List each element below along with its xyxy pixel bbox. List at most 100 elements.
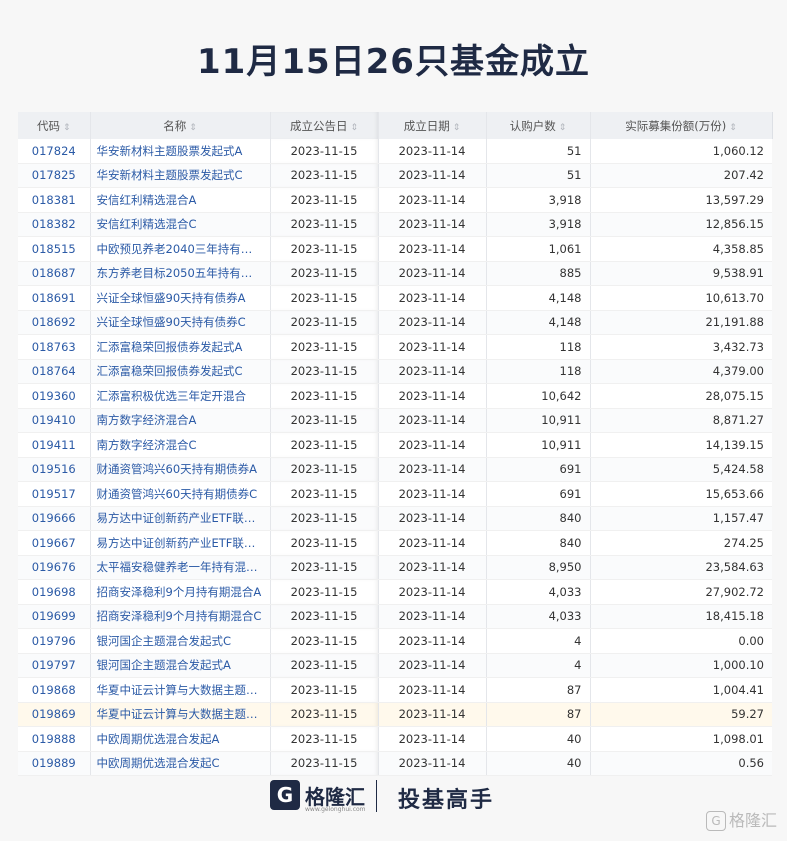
table-row[interactable]: 018515 中欧预见养老2040三年持有混合... 2023-11-15 2023-… <box>18 236 772 262</box>
fund-name-cell[interactable]: 招商安泽稳利9个月持有期混合A <box>90 579 271 605</box>
table-row[interactable]: 019868 华夏中证云计算与大数据主题ET... 2023-11-15 2023-1… <box>18 677 772 703</box>
table-row[interactable]: 019517 财通资管鸿兴60天持有期债券C 2023-11-15 2023-11-1… <box>18 481 772 507</box>
fund-code-cell[interactable]: 019889 <box>18 751 91 776</box>
sort-icon[interactable]: ⇕ <box>559 123 567 133</box>
fund-code-cell[interactable]: 019676 <box>18 555 91 580</box>
table-row[interactable]: 017824 华安新材料主题股票发起式A 2023-11-15 2023-11-14 5… <box>18 139 772 164</box>
subscribers-cell: 51 <box>486 163 591 188</box>
fund-name-cell[interactable]: 华安新材料主题股票发起式A <box>90 139 271 164</box>
fund-name-cell[interactable]: 南方数字经济混合A <box>90 408 271 433</box>
column-header-establish-date[interactable]: 成立日期 ⇕ <box>378 112 487 139</box>
sort-icon[interactable]: ⇕ <box>350 123 358 133</box>
announce-date-cell: 2023-11-15 <box>270 653 379 678</box>
fund-code-cell[interactable]: 019868 <box>18 677 91 703</box>
fund-code-cell[interactable]: 019699 <box>18 604 91 629</box>
fund-name-cell[interactable]: 太平福安稳健养老一年持有混合(... <box>90 555 271 580</box>
fund-name-cell[interactable]: 华夏中证云计算与大数据主题ET... <box>90 702 271 727</box>
fund-name-cell[interactable]: 财通资管鸿兴60天持有期债券A <box>90 457 271 482</box>
column-header-announce-date[interactable]: 成立公告日 ⇕ <box>270 112 379 139</box>
table-row[interactable]: 018687 东方养老目标2050五年持有混合... 2023-11-15 2023-… <box>18 261 772 286</box>
fund-name-cell[interactable]: 华安新材料主题股票发起式C <box>90 163 271 188</box>
fund-code-cell[interactable]: 019360 <box>18 383 91 409</box>
fund-code-cell[interactable]: 018764 <box>18 359 91 384</box>
fund-name-cell[interactable]: 易方达中证创新药产业ETF联接... <box>90 506 271 531</box>
table-row[interactable]: 018381 安信红利精选混合A 2023-11-15 2023-11-14 3,918… <box>18 187 772 213</box>
fund-code-cell[interactable]: 018515 <box>18 236 91 262</box>
table-row[interactable]: 018382 安信红利精选混合C 2023-11-15 2023-11-14 3,918… <box>18 212 772 237</box>
fund-name-cell[interactable]: 中欧预见养老2040三年持有混合... <box>90 236 271 262</box>
amount-cell: 0.00 <box>590 628 772 654</box>
sort-icon[interactable]: ⇕ <box>729 123 737 133</box>
fund-name-cell[interactable]: 兴证全球恒盛90天持有债券C <box>90 310 271 335</box>
table-row[interactable]: 019698 招商安泽稳利9个月持有期混合A 2023-11-15 2023-11-1… <box>18 579 772 605</box>
table-row[interactable]: 019796 银河国企主题混合发起式C 2023-11-15 2023-11-14 4 0… <box>18 628 772 654</box>
fund-code-cell[interactable]: 019666 <box>18 506 91 531</box>
fund-name-cell[interactable]: 南方数字经济混合C <box>90 432 271 458</box>
table-row[interactable]: 019888 中欧周期优选混合发起A 2023-11-15 2023-11-14 40 1… <box>18 726 772 752</box>
fund-code-cell[interactable]: 018763 <box>18 334 91 360</box>
fund-code-cell[interactable]: 019410 <box>18 408 91 433</box>
table-row[interactable]: 019410 南方数字经济混合A 2023-11-15 2023-11-14 10,91… <box>18 408 772 433</box>
fund-name-cell[interactable]: 中欧周期优选混合发起C <box>90 751 271 776</box>
column-header-amount[interactable]: 实际募集份额(万份) ⇕ <box>590 112 773 139</box>
fund-name-cell[interactable]: 安信红利精选混合C <box>90 212 271 237</box>
fund-name-cell[interactable]: 招商安泽稳利9个月持有期混合C <box>90 604 271 629</box>
table-row[interactable]: 019411 南方数字经济混合C 2023-11-15 2023-11-14 10,91… <box>18 432 772 458</box>
fund-name-cell[interactable]: 银河国企主题混合发起式A <box>90 653 271 678</box>
table-row[interactable]: 018763 汇添富稳荣回报债券发起式A 2023-11-15 2023-11-14 1… <box>18 334 772 360</box>
fund-name-cell[interactable]: 东方养老目标2050五年持有混合... <box>90 261 271 286</box>
sort-icon[interactable]: ⇕ <box>189 123 197 133</box>
table-row[interactable]: 017825 华安新材料主题股票发起式C 2023-11-15 2023-11-14 5… <box>18 163 772 188</box>
fund-code-cell[interactable]: 019797 <box>18 653 91 678</box>
fund-name-cell[interactable]: 华夏中证云计算与大数据主题ET... <box>90 677 271 703</box>
fund-code-cell[interactable]: 019667 <box>18 530 91 556</box>
table-row[interactable]: 018691 兴证全球恒盛90天持有债券A 2023-11-15 2023-11-14… <box>18 285 772 311</box>
fund-name-cell[interactable]: 汇添富积极优选三年定开混合 <box>90 383 271 409</box>
establish-date-cell: 2023-11-14 <box>378 530 487 556</box>
announce-date-cell: 2023-11-15 <box>270 285 379 311</box>
fund-code-cell[interactable]: 017824 <box>18 139 91 164</box>
column-header-code[interactable]: 代码 ⇕ <box>18 112 91 139</box>
fund-name-cell[interactable]: 汇添富稳荣回报债券发起式A <box>90 334 271 360</box>
fund-name-cell[interactable]: 安信红利精选混合A <box>90 187 271 213</box>
table-row[interactable]: 019360 汇添富积极优选三年定开混合 2023-11-15 2023-11-14 1… <box>18 383 772 409</box>
fund-name-cell[interactable]: 银河国企主题混合发起式C <box>90 628 271 654</box>
fund-name-cell[interactable]: 汇添富稳荣回报债券发起式C <box>90 359 271 384</box>
table-row[interactable]: 019676 太平福安稳健养老一年持有混合(... 2023-11-15 2023-1… <box>18 555 772 580</box>
fund-code-cell[interactable]: 019516 <box>18 457 91 482</box>
fund-code-cell[interactable]: 018691 <box>18 285 91 311</box>
table-row[interactable]: 019797 银河国企主题混合发起式A 2023-11-15 2023-11-14 4 1… <box>18 653 772 678</box>
column-header-name[interactable]: 名称 ⇕ <box>90 112 271 139</box>
establish-date-cell: 2023-11-14 <box>378 408 487 433</box>
table-row[interactable]: 019889 中欧周期优选混合发起C 2023-11-15 2023-11-14 40 0… <box>18 751 772 776</box>
establish-date-cell: 2023-11-14 <box>378 579 487 605</box>
fund-code-cell[interactable]: 019888 <box>18 726 91 752</box>
fund-code-cell[interactable]: 019517 <box>18 481 91 507</box>
table-row[interactable]: 018764 汇添富稳荣回报债券发起式C 2023-11-15 2023-11-14 1… <box>18 359 772 384</box>
sort-icon[interactable]: ⇕ <box>453 123 461 133</box>
fund-code-cell[interactable]: 019698 <box>18 579 91 605</box>
fund-code-cell[interactable]: 018381 <box>18 187 91 213</box>
sort-icon[interactable]: ⇕ <box>63 123 71 133</box>
table-row[interactable]: 019516 财通资管鸿兴60天持有期债券A 2023-11-15 2023-11-1… <box>18 457 772 482</box>
fund-name-cell[interactable]: 中欧周期优选混合发起A <box>90 726 271 752</box>
establish-date-cell: 2023-11-14 <box>378 506 487 531</box>
fund-name-cell[interactable]: 易方达中证创新药产业ETF联接... <box>90 530 271 556</box>
fund-name-cell[interactable]: 兴证全球恒盛90天持有债券A <box>90 285 271 311</box>
amount-cell: 23,584.63 <box>590 555 772 580</box>
fund-code-cell[interactable]: 019411 <box>18 432 91 458</box>
table-row[interactable]: 019699 招商安泽稳利9个月持有期混合C 2023-11-15 2023-11-1… <box>18 604 772 629</box>
table-row[interactable]: 019666 易方达中证创新药产业ETF联接... 2023-11-15 2023-1… <box>18 506 772 531</box>
fund-code-cell[interactable]: 018692 <box>18 310 91 335</box>
fund-code-cell[interactable]: 018382 <box>18 212 91 237</box>
fund-code-cell[interactable]: 018687 <box>18 261 91 286</box>
fund-code-cell[interactable]: 019869 <box>18 702 91 727</box>
column-header-subscribers[interactable]: 认购户数 ⇕ <box>486 112 591 139</box>
fund-code-cell[interactable]: 017825 <box>18 163 91 188</box>
fund-name-cell[interactable]: 财通资管鸿兴60天持有期债券C <box>90 481 271 507</box>
table-row[interactable]: 019667 易方达中证创新药产业ETF联接... 2023-11-15 2023-1… <box>18 530 772 556</box>
table-row[interactable]: 018692 兴证全球恒盛90天持有债券C 2023-11-15 2023-11-14… <box>18 310 772 335</box>
fund-code-cell[interactable]: 019796 <box>18 628 91 654</box>
table-row[interactable]: 019869 华夏中证云计算与大数据主题ET... 2023-11-15 2023-1… <box>18 702 772 727</box>
establish-date-cell: 2023-11-14 <box>378 481 487 507</box>
